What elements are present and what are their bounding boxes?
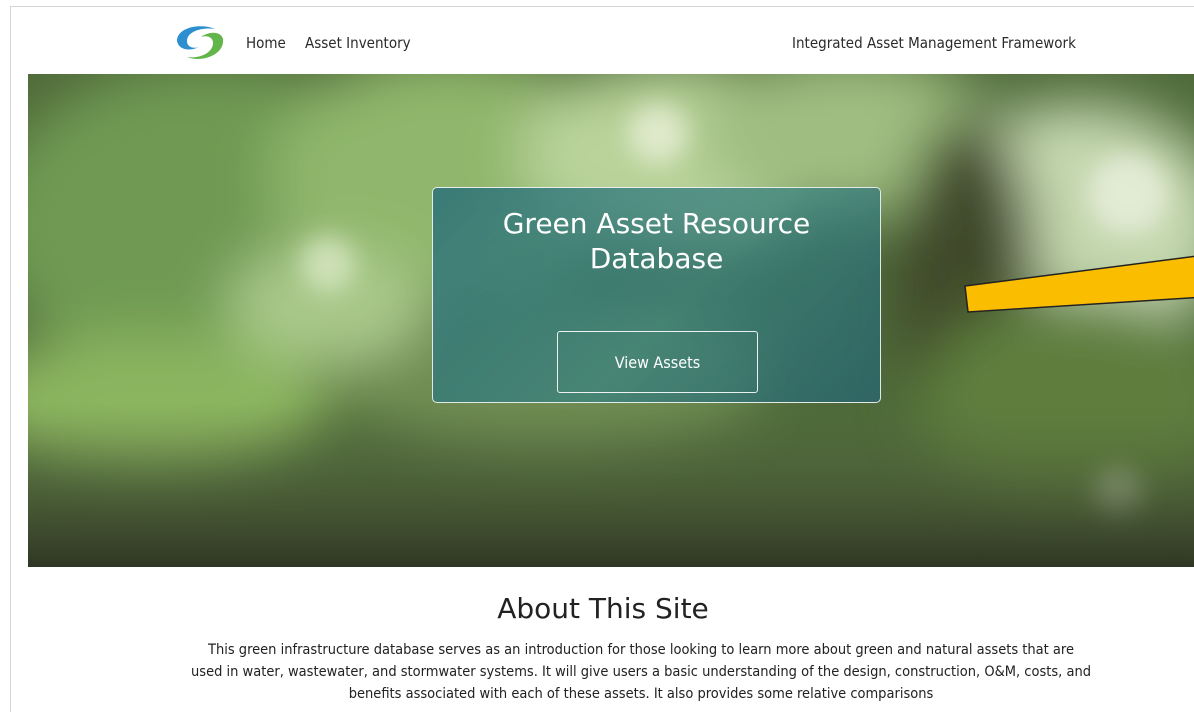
yellow-arrow-icon <box>964 255 1194 313</box>
hero-card: Green Asset Resource Database View Asset… <box>432 187 881 403</box>
nav-home-link[interactable]: Home <box>246 34 286 52</box>
about-description: This green infrastructure database serve… <box>191 642 1091 702</box>
nav-asset-inventory-link[interactable]: Asset Inventory <box>305 34 411 52</box>
browser-viewport: Home Asset Inventory Integrated Asset Ma… <box>10 6 1194 712</box>
view-assets-button[interactable]: View Assets <box>557 331 758 393</box>
navbar: Home Asset Inventory Integrated Asset Ma… <box>11 7 1194 75</box>
nav-framework-title: Integrated Asset Management Framework <box>792 34 1076 52</box>
logo-icon[interactable] <box>171 21 229 63</box>
about-title: About This Site <box>497 592 709 625</box>
hero-title: Green Asset Resource Database <box>502 207 811 275</box>
